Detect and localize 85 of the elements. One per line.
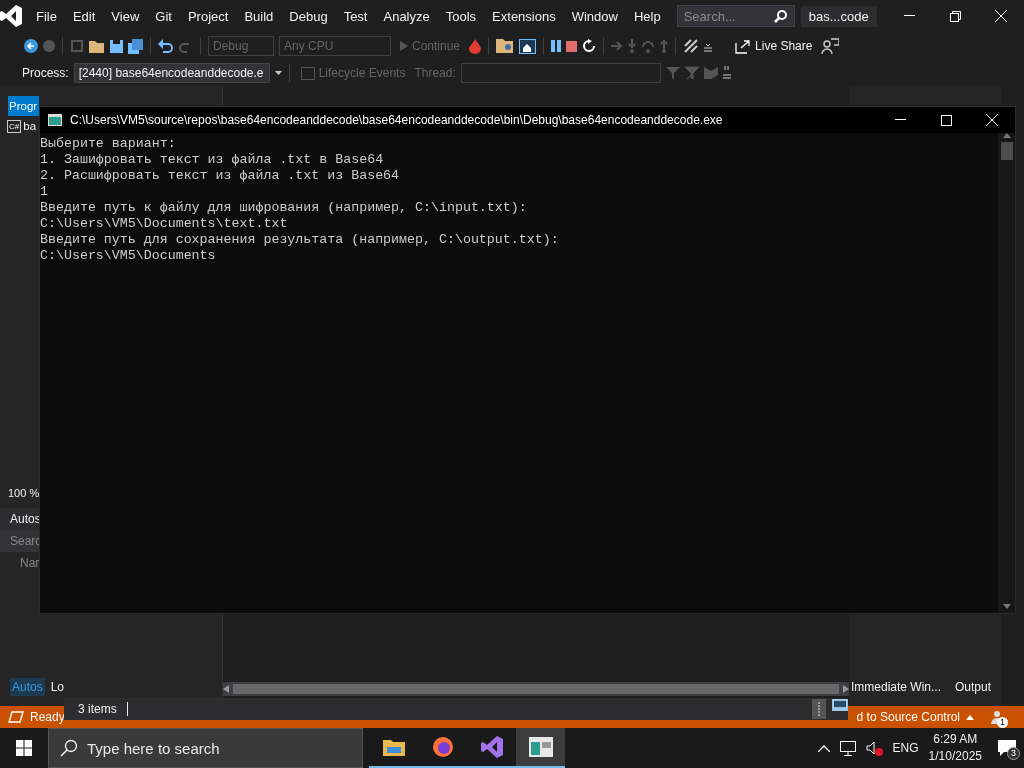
chevron-up-icon[interactable] <box>817 744 830 752</box>
console-line: 2. Расшифровать текст из файла .txt из Base64 <box>40 168 401 184</box>
panel-tab[interactable]: Autos <box>10 678 45 696</box>
console-line: C:\Users\VM5\Documents\text.txt <box>40 216 289 232</box>
folder-search-icon[interactable] <box>496 39 515 53</box>
thread-label: Thread: <box>414 66 456 80</box>
status-text: Ready <box>30 710 65 724</box>
menu-item[interactable]: Help <box>625 4 669 28</box>
restart-icon[interactable] <box>582 39 597 53</box>
zoom-level[interactable]: 100 % <box>8 487 40 499</box>
open-folder-icon[interactable] <box>89 39 105 53</box>
restore-icon <box>949 10 961 22</box>
console-line: 1 <box>40 184 49 200</box>
item-count: 3 items <box>78 702 117 716</box>
dropdown-caret-icon[interactable] <box>274 71 282 75</box>
caret-up-icon[interactable] <box>966 714 974 720</box>
back-icon[interactable] <box>24 39 38 53</box>
clock-time[interactable]: 6:29 AM <box>933 731 978 748</box>
scroll-down-icon[interactable] <box>1002 604 1011 609</box>
menu-item[interactable]: Analyze <box>375 4 438 28</box>
search-field[interactable]: Search... <box>676 5 795 27</box>
close-icon <box>995 10 1007 22</box>
window-title: C:\Users\VM5\source\repos\base64encodeanddecode\base64encodeanddecode\bin\Debug\base64encodeanddecode.exe <box>70 113 723 127</box>
taskbar-search-field[interactable]: Type here to search <box>48 728 363 768</box>
panel-title: Autos <box>10 512 41 526</box>
ready-icon <box>8 711 24 723</box>
close-icon <box>986 114 998 126</box>
source-control-link[interactable]: d to Source Control <box>856 710 960 724</box>
panel-tab[interactable]: Progr <box>8 96 39 116</box>
feedback-icon[interactable] <box>821 38 840 54</box>
menu-item[interactable]: Extensions <box>484 4 564 28</box>
scroll-thumb[interactable] <box>1000 142 1013 160</box>
network-icon[interactable] <box>839 740 856 756</box>
panel-tab[interactable]: Immediate Win... <box>849 678 944 696</box>
windows-logo-icon <box>16 740 32 756</box>
process-label: Process: <box>22 66 69 80</box>
menu-item[interactable]: Edit <box>64 4 104 28</box>
studio-logo-icon <box>0 5 22 27</box>
window-icon[interactable] <box>519 38 537 54</box>
menu-item[interactable]: Test <box>335 4 376 28</box>
save-icon[interactable] <box>110 39 123 53</box>
play-icon <box>400 41 408 51</box>
minimize-icon <box>903 15 915 17</box>
menu-item[interactable]: Build <box>236 4 282 28</box>
search-icon[interactable] <box>773 10 787 23</box>
terminal-icon[interactable] <box>528 737 553 757</box>
save-all-icon[interactable] <box>128 38 143 54</box>
minimize-icon <box>894 119 906 121</box>
menu-item[interactable]: Git <box>147 4 180 28</box>
horizontal-scrollbar[interactable] <box>223 682 849 696</box>
console-line: Введите путь для сохранения результата (например, C:\output.txt): <box>40 232 560 248</box>
grip-icon[interactable] <box>812 699 826 719</box>
column-header: Nar <box>20 556 40 570</box>
menu-item[interactable]: View <box>103 4 148 28</box>
menu-item[interactable]: Debug <box>281 4 336 28</box>
menu-item[interactable]: Project <box>179 4 237 28</box>
menu-item[interactable]: Tools <box>437 4 485 28</box>
console-line: 1. Зашифровать текст из файла .txt в Base64 <box>40 152 385 168</box>
panel-tab[interactable]: Lo <box>48 678 67 696</box>
share-icon <box>735 38 752 54</box>
maximize-icon <box>940 114 952 126</box>
menu-item[interactable]: File <box>28 4 65 28</box>
browser-icon[interactable] <box>431 736 454 758</box>
undo-icon[interactable] <box>158 39 174 53</box>
vertical-scrollbar[interactable] <box>998 133 1015 613</box>
console-app-icon <box>48 114 62 126</box>
folder-icon[interactable] <box>382 738 405 756</box>
process-dropdown[interactable]: [2440] base64encodeanddecode.e <box>73 63 270 83</box>
console-line: Выберите вариант: <box>40 136 177 152</box>
clock-date[interactable]: 1/10/2025 <box>928 748 982 765</box>
solution-name[interactable]: bas...code <box>800 5 877 27</box>
stop-icon[interactable] <box>566 40 578 52</box>
image-icon[interactable] <box>832 699 848 711</box>
volume-muted-icon[interactable] <box>865 740 883 756</box>
pause-icon[interactable] <box>551 40 562 52</box>
panel-tab[interactable]: Output <box>953 678 994 696</box>
menu-item[interactable]: Window <box>563 4 626 28</box>
live-share-button[interactable]: Live Share <box>731 36 817 56</box>
taskbar-app[interactable] <box>516 728 565 768</box>
tree-item[interactable]: ba <box>23 120 37 132</box>
console-line: C:\Users\VM5\Documents <box>40 248 217 264</box>
studio-icon[interactable] <box>480 736 503 758</box>
csharp-file-icon: C# <box>7 119 22 133</box>
console-line: Введите путь к файлу для шифрования (например, C:\input.txt): <box>40 200 528 216</box>
language-indicator[interactable]: ENG <box>892 741 919 755</box>
